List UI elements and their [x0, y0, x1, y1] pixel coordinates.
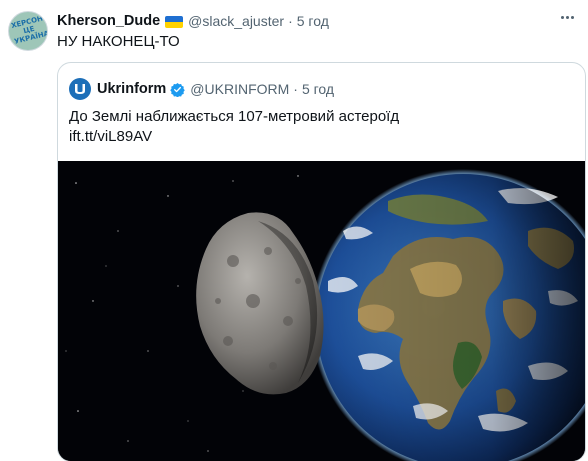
- quoted-tweet-header: Ukrinform @UKRINFORM · 5 год: [69, 78, 334, 100]
- quoted-tweet-text: До Землі наближається 107-метровий астер…: [69, 108, 400, 125]
- ukrinform-logo-icon[interactable]: [69, 78, 91, 100]
- tweet-text: НУ НАКОНЕЦ-ТО: [57, 33, 180, 50]
- ukraine-flag-icon: [165, 16, 184, 28]
- verified-badge-icon: [170, 82, 186, 97]
- asteroid-earth-image[interactable]: [58, 161, 585, 461]
- quoted-tweet[interactable]: Ukrinform @UKRINFORM · 5 год До Землі на…: [57, 62, 586, 461]
- avatar-label: ХЕРСОН ЦЕ УКРАЇНА: [10, 14, 48, 46]
- display-name[interactable]: Kherson_Dude: [57, 13, 160, 29]
- avatar[interactable]: ХЕРСОН ЦЕ УКРАЇНА: [8, 11, 48, 51]
- more-options-icon[interactable]: [561, 16, 574, 19]
- quoted-display-name[interactable]: Ukrinform: [97, 81, 166, 97]
- separator: ·: [288, 13, 293, 29]
- quoted-user-handle[interactable]: @UKRINFORM: [190, 81, 289, 97]
- quoted-timestamp[interactable]: 5 год: [302, 81, 334, 97]
- quoted-separator: ·: [293, 81, 298, 97]
- user-handle[interactable]: @slack_ajuster: [188, 13, 284, 29]
- tweet[interactable]: ХЕРСОН ЦЕ УКРАЇНА Kherson_Dude @slack_aj…: [0, 0, 588, 461]
- quoted-tweet-link[interactable]: ift.tt/viL89AV: [69, 127, 152, 147]
- tweet-header: Kherson_Dude @slack_ajuster · 5 год: [57, 12, 329, 30]
- timestamp[interactable]: 5 год: [297, 13, 329, 29]
